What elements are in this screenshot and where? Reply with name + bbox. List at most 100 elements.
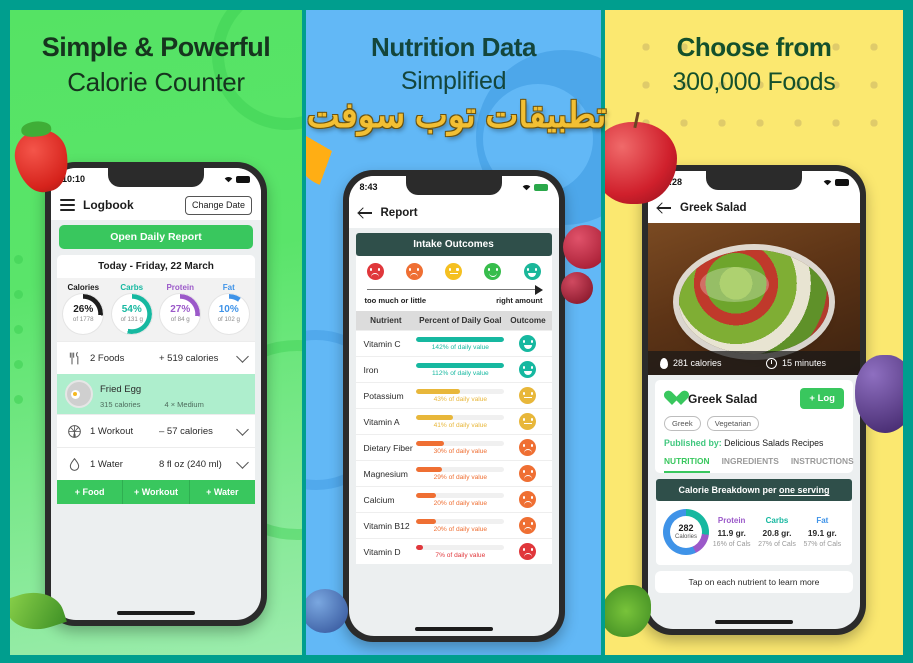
- home-indicator: [414, 627, 493, 631]
- battery-icon: [236, 175, 250, 183]
- progress-fill: [416, 336, 505, 342]
- tag-vegetarian[interactable]: Vegetarian: [706, 416, 759, 431]
- phone-mockup-report: 8:43 Report Intake Outcomes too much or …: [342, 170, 565, 642]
- phone-screen: 10:28 Greek Salad 281 calories 15 minute…: [648, 171, 860, 629]
- food-entry-fried-egg[interactable]: Fried Egg 315 calories 4 × Medium: [57, 374, 255, 414]
- row-name: 1 Workout: [90, 425, 134, 437]
- nutrient-percent-label: 20% of daily value: [433, 499, 488, 507]
- status-time: 8:43: [359, 182, 378, 192]
- row-value: + 519 calories: [159, 352, 219, 364]
- nutrient-percent-label: 29% of daily value: [433, 473, 488, 481]
- nutrient-name: Calcium: [363, 494, 395, 505]
- nutrient-name: Potassium: [363, 390, 404, 401]
- phone-notch: [108, 168, 204, 187]
- site-watermark: تطبيقات توب سوفت: [306, 96, 607, 135]
- section-title-intake-outcomes: Intake Outcomes: [355, 233, 552, 256]
- macro-label: Calories: [67, 283, 100, 292]
- hero-time-value: 15 minutes: [782, 358, 827, 368]
- face-frown-icon: [519, 543, 537, 560]
- menu-icon[interactable]: [60, 199, 75, 211]
- table-row[interactable]: Iron 112% of daily value: [355, 356, 552, 382]
- nutrient-outcome: [504, 465, 551, 482]
- tag-greek[interactable]: Greek: [664, 416, 701, 431]
- macro-percent: 16% of Cals: [712, 541, 751, 548]
- breakdown-title-serving: one serving: [779, 485, 830, 495]
- macro-calories[interactable]: Calories 26% of 1778: [59, 283, 108, 334]
- face-flat-icon: [519, 387, 537, 404]
- phone-notch: [706, 171, 802, 190]
- add-water-button[interactable]: + Water: [189, 480, 255, 504]
- nutrient-name: Dietary Fiber: [363, 442, 413, 453]
- macro-carbs[interactable]: Carbs 54% of 131 g: [108, 283, 157, 334]
- logbook-row-foods[interactable]: 2 Foods + 519 calories: [57, 341, 255, 374]
- back-arrow-icon[interactable]: [358, 207, 372, 220]
- face-very-sad-icon: [366, 263, 384, 280]
- page-title: Report: [380, 207, 418, 219]
- scale-arrow-icon: [365, 285, 543, 295]
- row-name: 2 Foods: [90, 352, 125, 364]
- macro-grams: 20.8 gr.: [762, 528, 792, 538]
- chevron-down-icon[interactable]: [236, 456, 249, 469]
- nutrient-name: Vitamin D: [363, 546, 401, 557]
- calorie-donut-chart: 282 Calories: [663, 509, 709, 555]
- battery-icon: [533, 183, 548, 191]
- table-row[interactable]: Dietary Fiber 30% of daily value: [355, 434, 552, 460]
- back-arrow-icon[interactable]: [658, 202, 671, 215]
- logbook-navbar: Logbook Change Date: [51, 190, 261, 220]
- nutrient-progress: 20% of daily value: [416, 492, 505, 507]
- table-row[interactable]: Vitamin A 41% of daily value: [355, 408, 552, 434]
- table-row[interactable]: Magnesium 29% of daily value: [355, 460, 552, 486]
- face-very-happy-icon: [523, 263, 541, 280]
- macro-grams: 11.9 gr.: [717, 528, 746, 538]
- tap-hint: Tap on each nutrient to learn more: [655, 571, 853, 593]
- change-date-button[interactable]: Change Date: [184, 195, 252, 215]
- status-icons: [224, 175, 250, 183]
- published-author: Delicious Salads Recipes: [724, 438, 824, 448]
- table-row[interactable]: Vitamin D 7% of daily value: [355, 538, 552, 564]
- table-row[interactable]: Vitamin B12 20% of daily value: [355, 512, 552, 538]
- ring-arc: [208, 294, 249, 334]
- add-food-button[interactable]: + Food: [57, 480, 124, 504]
- basketball-icon: [65, 422, 83, 440]
- headline-line-2: Simplified: [400, 67, 507, 95]
- recipe-header: Greek Salad + Log: [664, 388, 844, 409]
- recipe-hero-image: 281 calories 15 minutes: [648, 223, 860, 375]
- heart-icon[interactable]: [664, 391, 681, 406]
- macro-protein[interactable]: Protein 27% of 84 g: [156, 283, 205, 334]
- face-neutral-icon: [445, 263, 462, 280]
- wifi-icon: [522, 184, 530, 190]
- raspberry-decoration: [563, 225, 601, 269]
- macro-ring: 10% of 102 g: [208, 294, 249, 334]
- add-workout-button[interactable]: + Workout: [123, 480, 190, 504]
- promo-stage: Simple & Powerful Calorie Counter 10:10 …: [0, 0, 913, 663]
- row-name: 1 Water: [90, 458, 123, 470]
- progress-track: [416, 440, 505, 446]
- tab-nutrition[interactable]: NUTRITION: [664, 456, 710, 473]
- published-label: Published by:: [664, 438, 722, 448]
- nutrient-outcome: [504, 413, 551, 430]
- headline-line-2: 300,000 Foods: [672, 68, 836, 96]
- tab-instructions[interactable]: INSTRUCTIONS: [791, 456, 854, 473]
- table-row[interactable]: Vitamin C 142% of daily value: [355, 330, 552, 356]
- logbook-row-workout[interactable]: 1 Workout – 57 calories: [57, 414, 255, 447]
- chevron-down-icon[interactable]: [236, 350, 249, 363]
- recipe-tags: Greek Vegetarian: [664, 416, 844, 431]
- nutrient-table: Vitamin C 142% of daily value Iron 112% of …: [349, 330, 559, 564]
- progress-track: [416, 466, 505, 472]
- log-button[interactable]: + Log: [800, 388, 844, 409]
- phone-screen: 8:43 Report Intake Outcomes too much or …: [348, 176, 559, 636]
- report-navbar: Report: [348, 198, 559, 228]
- nutrient-percent-label: 7% of daily value: [435, 551, 486, 559]
- open-daily-report-button[interactable]: Open Daily Report: [59, 225, 253, 249]
- chevron-down-icon[interactable]: [236, 423, 249, 436]
- tab-ingredients[interactable]: INGREDIENTS: [722, 456, 779, 473]
- macro-fat[interactable]: Fat 10% of 102 g: [205, 283, 254, 334]
- macro-label: Protein: [717, 516, 746, 525]
- table-row[interactable]: Potassium 43% of daily value: [355, 382, 552, 408]
- decorative-dots: [14, 255, 38, 425]
- table-row[interactable]: Calcium 20% of daily value: [355, 486, 552, 512]
- logbook-row-water[interactable]: 1 Water 8 fl oz (240 ml): [57, 447, 255, 480]
- status-time: 10:10: [62, 174, 86, 184]
- food-serving: 4 × Medium: [164, 400, 204, 409]
- nutrient-percent-label: 41% of daily value: [433, 421, 488, 429]
